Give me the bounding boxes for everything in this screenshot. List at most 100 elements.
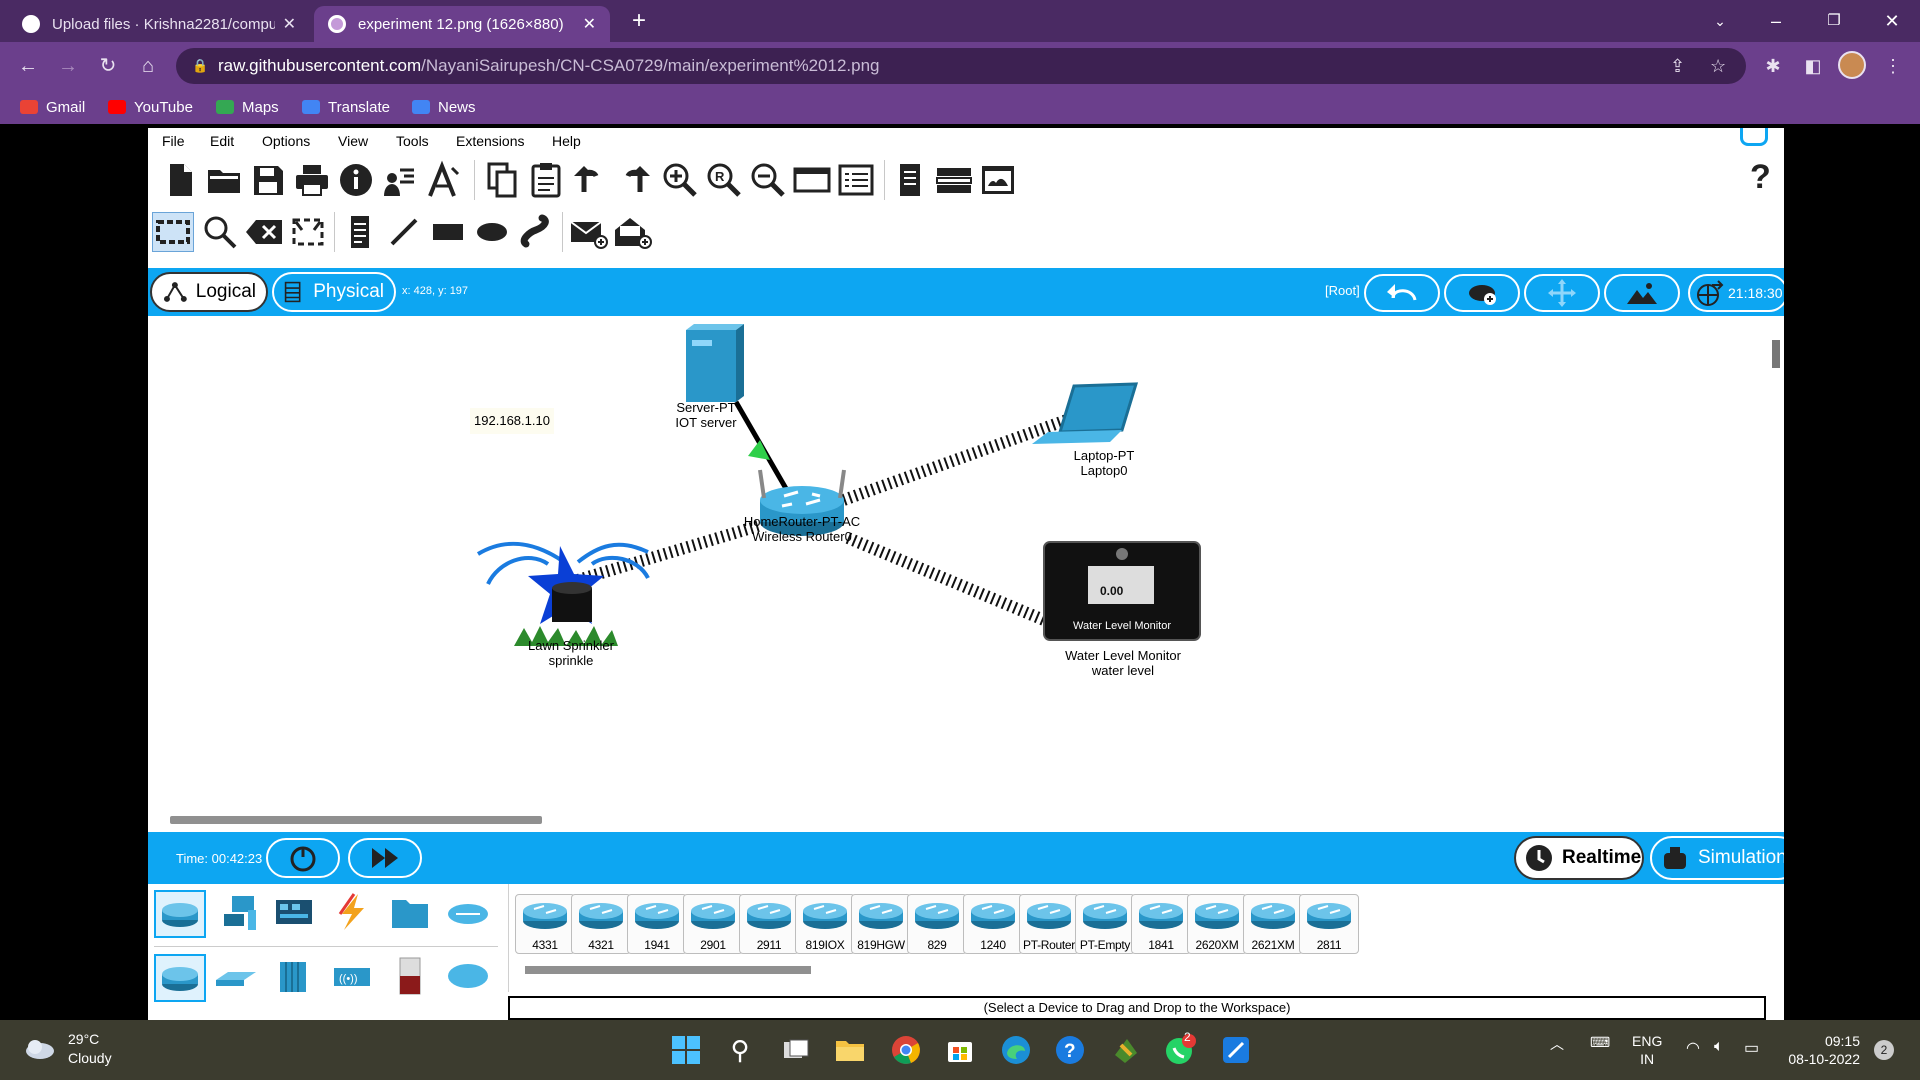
root-breadcrumb[interactable]: [Root] bbox=[1325, 283, 1360, 298]
tab-experiment-image[interactable]: experiment 12.png (1626×880) ✕ bbox=[314, 6, 610, 42]
move-object-button[interactable] bbox=[1524, 274, 1600, 312]
menu-view[interactable]: View bbox=[338, 133, 368, 149]
device-model-tile[interactable]: 829 bbox=[907, 894, 967, 954]
close-tab-icon[interactable]: ✕ bbox=[583, 14, 596, 34]
device-model-tile[interactable]: 1841 bbox=[1131, 894, 1191, 954]
chrome-menu-icon[interactable]: ⋮ bbox=[1878, 51, 1908, 81]
back-level-button[interactable] bbox=[1364, 274, 1440, 312]
paint-app-icon[interactable] bbox=[1218, 1032, 1254, 1068]
device-model-tile[interactable]: 819IOX bbox=[795, 894, 855, 954]
side-panel-icon[interactable]: ◧ bbox=[1798, 51, 1828, 81]
device-model-tile[interactable]: PT-Router bbox=[1019, 894, 1079, 954]
microsoft-store-icon[interactable] bbox=[942, 1032, 978, 1068]
workspace-vertical-scrollbar[interactable] bbox=[1772, 340, 1780, 368]
end-devices-category-icon[interactable] bbox=[212, 890, 264, 938]
workspace-horizontal-scrollbar[interactable] bbox=[170, 816, 542, 824]
zoom-out-icon[interactable] bbox=[748, 160, 788, 200]
custom-devices-icon[interactable] bbox=[836, 160, 876, 200]
physical-view-button[interactable]: Physical bbox=[272, 272, 396, 312]
forward-button[interactable]: → bbox=[52, 50, 84, 82]
connections-category-icon[interactable] bbox=[328, 890, 380, 938]
inspect-tool-icon[interactable] bbox=[200, 212, 240, 252]
menu-tools[interactable]: Tools bbox=[396, 133, 429, 149]
routers-subcategory-icon[interactable] bbox=[154, 954, 206, 1002]
close-tab-icon[interactable]: ✕ bbox=[283, 14, 296, 34]
device-model-tile[interactable]: 2911 bbox=[739, 894, 799, 954]
address-bar[interactable]: 🔒 raw.githubusercontent.com/NayaniSairup… bbox=[176, 48, 1746, 84]
menu-extensions[interactable]: Extensions bbox=[456, 133, 524, 149]
add-complex-pdu-icon[interactable] bbox=[612, 212, 652, 252]
help-icon[interactable]: ? bbox=[1750, 158, 1771, 197]
redo-icon[interactable] bbox=[614, 160, 654, 200]
bookmark-gmail[interactable]: Gmail bbox=[20, 96, 85, 118]
security-subcategory-icon[interactable] bbox=[386, 954, 438, 1002]
logical-view-button[interactable]: Logical bbox=[150, 272, 268, 312]
note-tool-icon[interactable] bbox=[340, 212, 380, 252]
language-indicator[interactable]: ENG IN bbox=[1632, 1032, 1662, 1068]
realtime-mode-button[interactable]: Realtime bbox=[1514, 836, 1644, 880]
device-model-tile[interactable]: 4321 bbox=[571, 894, 631, 954]
screenshot-icon[interactable] bbox=[978, 160, 1018, 200]
paste-icon[interactable] bbox=[526, 160, 566, 200]
switches-subcategory-icon[interactable] bbox=[212, 954, 264, 1002]
menu-file[interactable]: File bbox=[162, 133, 185, 149]
simulation-mode-button[interactable]: Simulation bbox=[1650, 836, 1784, 880]
device-model-tile[interactable]: 1240 bbox=[963, 894, 1023, 954]
wifi-icon[interactable]: ◠ bbox=[1686, 1038, 1700, 1058]
volume-icon[interactable]: 🔈︎ bbox=[1714, 1038, 1724, 1056]
new-tab-button[interactable]: + bbox=[626, 8, 652, 34]
bookmark-star-icon[interactable]: ☆ bbox=[1710, 48, 1726, 84]
rectangle-tool-icon[interactable] bbox=[428, 212, 468, 252]
tab-upload-files[interactable]: Upload files · Krishna2281/compu ✕ bbox=[8, 6, 310, 42]
select-tool-icon[interactable] bbox=[152, 212, 194, 252]
close-window-button[interactable]: ✕ bbox=[1872, 6, 1912, 36]
packet-tracer-app-icon[interactable] bbox=[1108, 1032, 1144, 1068]
server-ip-note[interactable]: 192.168.1.10 bbox=[470, 408, 554, 434]
bookmark-news[interactable]: News bbox=[412, 96, 476, 118]
weather-widget[interactable]: 29°C Cloudy bbox=[22, 1030, 112, 1068]
save-icon[interactable] bbox=[248, 160, 288, 200]
device-model-tile[interactable]: 819HGW bbox=[851, 894, 911, 954]
device-model-tile[interactable]: 2901 bbox=[683, 894, 743, 954]
search-icon[interactable]: ⚲ bbox=[722, 1032, 758, 1068]
lock-icon[interactable]: 🔒 bbox=[192, 48, 208, 84]
help-app-icon[interactable]: ? bbox=[1052, 1032, 1088, 1068]
components-category-icon[interactable] bbox=[270, 890, 322, 938]
resize-tool-icon[interactable] bbox=[288, 212, 328, 252]
copy-icon[interactable] bbox=[482, 160, 522, 200]
tab-search-icon[interactable]: ⌄ bbox=[1700, 6, 1740, 36]
taskbar-clock[interactable]: 09:15 08-10-2022 bbox=[1780, 1032, 1860, 1068]
print-icon[interactable] bbox=[292, 160, 332, 200]
server-device-icon[interactable] bbox=[686, 324, 744, 402]
extensions-icon[interactable]: ✱ bbox=[1758, 51, 1788, 81]
home-button[interactable]: ⌂ bbox=[132, 50, 164, 82]
edge-icon[interactable] bbox=[998, 1032, 1034, 1068]
device-model-tile[interactable]: 2811 bbox=[1299, 894, 1359, 954]
bookmark-maps[interactable]: Maps bbox=[216, 96, 279, 118]
models-scrollbar[interactable] bbox=[525, 966, 811, 974]
network-devices-category-icon[interactable] bbox=[154, 890, 206, 938]
bookmark-youtube[interactable]: YouTube bbox=[108, 96, 193, 118]
power-cycle-button[interactable] bbox=[266, 838, 340, 878]
menu-edit[interactable]: Edit bbox=[210, 133, 234, 149]
miscellaneous-category-icon[interactable] bbox=[386, 890, 438, 938]
ellipse-tool-icon[interactable] bbox=[472, 212, 512, 252]
new-file-icon[interactable] bbox=[160, 160, 200, 200]
pdu-list-icon[interactable] bbox=[890, 160, 930, 200]
minimize-button[interactable]: – bbox=[1756, 6, 1796, 36]
freeform-tool-icon[interactable] bbox=[516, 212, 556, 252]
fast-forward-button[interactable] bbox=[348, 838, 422, 878]
device-model-tile[interactable]: 4331 bbox=[515, 894, 575, 954]
laptop-device-icon[interactable] bbox=[1032, 382, 1139, 444]
battery-icon[interactable]: ▭ bbox=[1744, 1038, 1759, 1058]
device-model-tile[interactable]: PT-Empty bbox=[1075, 894, 1135, 954]
whatsapp-icon[interactable]: 2 bbox=[1162, 1030, 1198, 1068]
zoom-reset-icon[interactable]: R bbox=[704, 160, 744, 200]
keyboard-icon[interactable]: ⌨ bbox=[1590, 1034, 1610, 1051]
info-icon[interactable] bbox=[336, 160, 376, 200]
device-model-tile[interactable]: 2620XM bbox=[1187, 894, 1247, 954]
add-simple-pdu-icon[interactable] bbox=[568, 212, 608, 252]
hubs-subcategory-icon[interactable] bbox=[270, 954, 322, 1002]
restore-button[interactable]: ❐ bbox=[1814, 6, 1854, 36]
show-hidden-icons-icon[interactable]: ︿ bbox=[1550, 1034, 1564, 1054]
